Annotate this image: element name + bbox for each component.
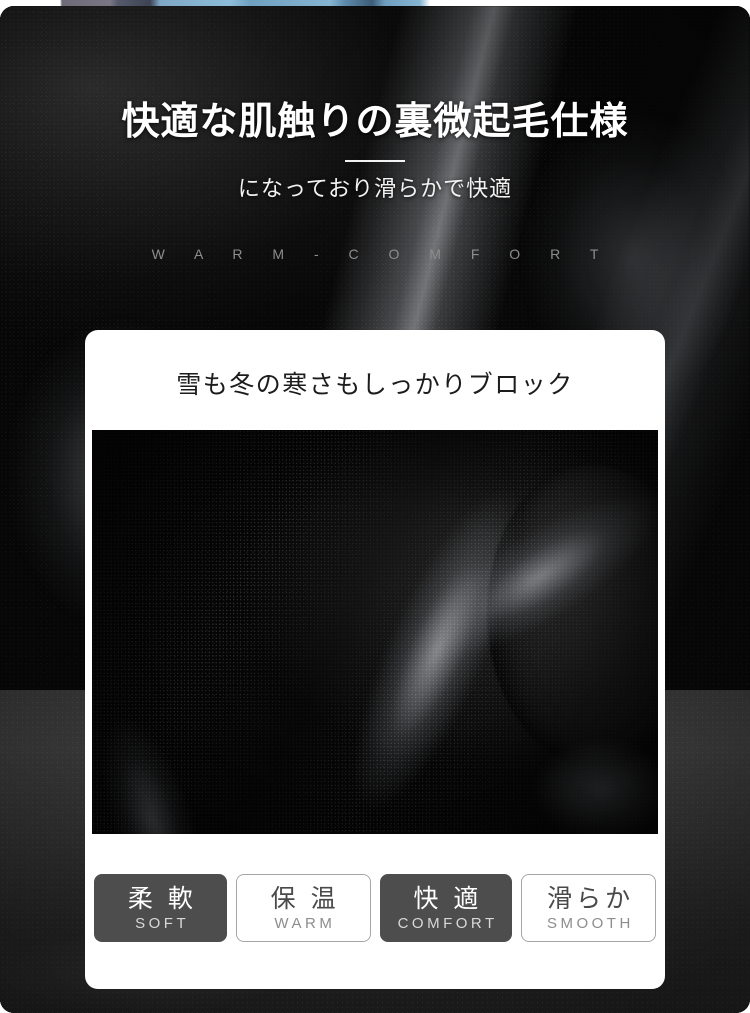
badge-label-jp: 柔 軟 [127,885,197,913]
photo-vignette [92,430,658,834]
feature-badge-smooth: 滑らか SMOOTH [521,874,656,942]
page-subtitle: になっており滑らかで快適 [237,176,513,201]
eyebrow-label: W A R M - C O M F O R T [151,246,612,262]
feature-card: 雪も冬の寒さもしっかりブロック 柔 軟 SOFT 保 温 WARM 快 適 CO… [85,330,665,989]
fabric-photo [92,430,658,834]
hero-panel: 快適な肌触りの裏微起毛仕様 になっており滑らかで快適 W A R M - C O… [0,6,750,1013]
feature-badge-warm: 保 温 WARM [235,874,371,942]
badge-label-jp: 滑らか [547,885,635,913]
feature-badge-soft: 柔 軟 SOFT [94,874,227,942]
feature-badge-row: 柔 軟 SOFT 保 温 WARM 快 適 COMFORT 滑らか SMOOTH [94,874,656,942]
badge-label-en: SOFT [135,915,190,932]
badge-label-en: SMOOTH [546,915,634,932]
title-divider [345,160,405,162]
card-title: 雪も冬の寒さもしっかりブロック [176,371,574,399]
headline-block: 快適な肌触りの裏微起毛仕様 になっており滑らかで快適 W A R M - C O… [0,6,750,262]
badge-label-jp: 保 温 [270,885,340,913]
badge-label-en: WARM [274,915,336,932]
feature-badge-comfort: 快 適 COMFORT [379,874,513,942]
page-title: 快適な肌触りの裏微起毛仕様 [121,101,629,143]
badge-label-en: COMFORT [397,915,498,932]
badge-label-jp: 快 適 [413,885,483,913]
